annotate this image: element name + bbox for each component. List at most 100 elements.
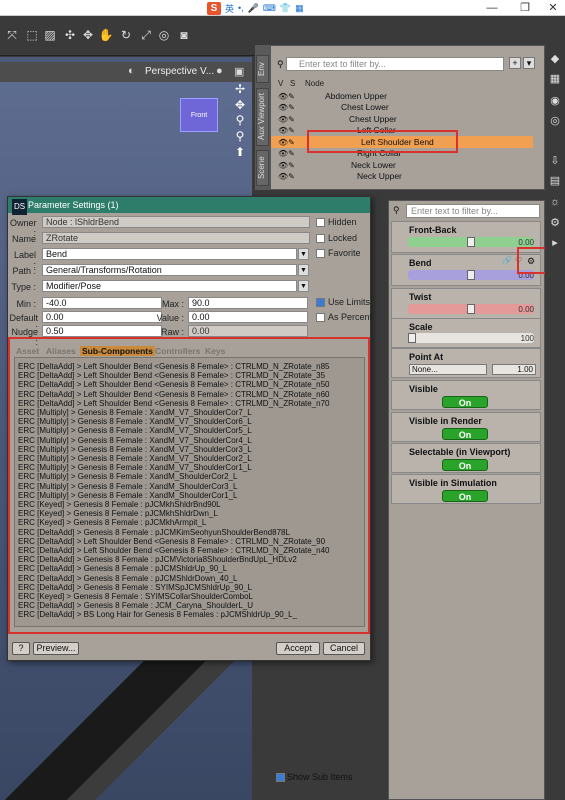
surfaces-icon[interactable]: ◉ (548, 94, 562, 108)
max-field[interactable]: 90.0 (188, 297, 308, 309)
restore-button[interactable]: ❐ (515, 1, 535, 15)
param-scale[interactable]: Scale 100 (391, 318, 541, 348)
smart-content-icon[interactable]: ▦ (548, 72, 562, 86)
orbit-icon[interactable]: ✢ (233, 82, 247, 96)
favorite-checkbox[interactable] (316, 249, 325, 258)
camera-tool-icon[interactable]: ◎ (156, 28, 172, 42)
visible-in-simulation-toggle[interactable]: On (442, 490, 488, 502)
dialog-titlebar[interactable]: DS Parameter Settings (1) (8, 197, 370, 215)
param-slider[interactable] (408, 333, 534, 343)
node-weight-brush-icon[interactable]: ⬚ (24, 28, 40, 42)
param-slider[interactable] (408, 237, 534, 247)
camera-select[interactable]: Perspective V... (145, 66, 214, 77)
scene-row[interactable]: 👁✎ Neck Upper (271, 170, 533, 182)
as-percent-checkbox[interactable] (316, 313, 325, 322)
viewport-header: ◐ Perspective V... ● ▣ (0, 62, 252, 82)
apps-icon[interactable]: ▦ (295, 3, 304, 14)
surface-selection-icon[interactable]: ▨ (42, 28, 58, 42)
preview-button[interactable]: Preview... (33, 642, 79, 655)
microphone-icon[interactable]: 🎤 (248, 3, 259, 14)
param-value[interactable]: 0.00 (518, 305, 534, 314)
selectable-toggle[interactable]: On (442, 459, 488, 471)
visible-in-render-toggle[interactable]: On (442, 428, 488, 440)
rotate-tool-icon[interactable]: ↻ (118, 28, 134, 42)
show-sub-items-checkbox[interactable] (276, 773, 285, 782)
tab-aux-viewport[interactable]: Aux Viewport (256, 88, 269, 146)
scene-menu-button[interactable]: ▾ (523, 57, 535, 69)
ime-toolbar[interactable]: S 英 •, 🎤 ⌨ 👕 ▦ (207, 1, 304, 15)
close-button[interactable]: ✕ (543, 1, 563, 15)
min-field[interactable]: -40.0 (42, 297, 162, 309)
view-cube[interactable]: Front (180, 98, 218, 132)
visible-toggle[interactable]: On (442, 396, 488, 408)
locked-checkbox[interactable] (316, 234, 325, 243)
posing-icon[interactable]: ⇩ (548, 154, 562, 168)
scene-filter-input[interactable]: Enter text to filter by... (286, 57, 504, 71)
hidden-label: Hidden (328, 217, 357, 227)
slider-knob[interactable] (467, 237, 475, 247)
viewport-options-icon[interactable]: ◐ (128, 65, 135, 77)
render-icon[interactable]: ◙ (176, 28, 192, 42)
param-filter-input[interactable]: Enter text to filter by... (406, 204, 540, 218)
draw-style-icon[interactable]: ● (216, 65, 223, 77)
path-field[interactable]: General/Transforms/Rotation (42, 264, 297, 276)
pan-icon[interactable]: ✥ (233, 98, 247, 112)
scale-tool-icon[interactable]: ⤢ (138, 28, 154, 42)
param-visible[interactable]: Visible On (391, 380, 541, 410)
slider-knob[interactable] (467, 304, 475, 314)
link-icon[interactable]: 🔗 (502, 256, 512, 265)
hand-tool-icon[interactable]: ✋ (98, 28, 114, 42)
slider-knob[interactable] (408, 333, 416, 343)
param-slider[interactable] (408, 304, 534, 314)
type-select[interactable]: Modifier/Pose (42, 280, 297, 292)
frame-icon[interactable]: ⚲ (233, 129, 247, 143)
param-slider[interactable] (408, 270, 534, 280)
param-value[interactable]: 100 (521, 334, 534, 343)
tool-settings-icon[interactable]: ⚙ (548, 216, 562, 230)
skin-icon[interactable]: 👕 (280, 3, 291, 14)
default-field[interactable]: 0.00 (42, 311, 162, 323)
reset-view-icon[interactable]: ⬆ (233, 145, 247, 159)
accept-button[interactable]: Accept (276, 642, 320, 655)
slider-knob[interactable] (467, 270, 475, 280)
shaping-icon[interactable]: ◎ (548, 114, 562, 128)
zoom-icon[interactable]: ⚲ (233, 113, 247, 127)
param-visible-in-simulation[interactable]: Visible in Simulation On (391, 474, 541, 504)
keyboard-icon[interactable]: ⌨ (263, 3, 276, 14)
use-limits-checkbox[interactable] (316, 298, 325, 307)
scene-add-button[interactable]: + (509, 57, 521, 69)
render-settings-icon[interactable]: ▤ (548, 174, 562, 188)
scene-row[interactable]: 👁✎ Chest Lower (271, 101, 533, 113)
hidden-checkbox[interactable] (316, 218, 325, 227)
cancel-button[interactable]: Cancel (323, 642, 365, 655)
chevron-down-icon[interactable]: ▼ (298, 248, 309, 260)
chevron-down-icon[interactable]: ▼ (298, 264, 309, 276)
chevron-down-icon[interactable]: ▼ (298, 280, 309, 292)
point-at-select[interactable]: None... (409, 364, 487, 375)
ime-logo-icon[interactable]: S (207, 1, 221, 15)
tab-env[interactable]: Env (256, 55, 269, 83)
label-field[interactable]: Bend (42, 248, 297, 260)
viewport-layout-icon[interactable]: ▣ (234, 65, 244, 78)
highlight-sub-components (8, 337, 370, 634)
ime-punct-icon[interactable]: •, (238, 3, 244, 13)
ime-language-label[interactable]: 英 (225, 2, 234, 15)
lights-icon[interactable]: ☼ (548, 196, 562, 210)
param-visible-in-render[interactable]: Visible in Render On (391, 412, 541, 442)
param-point-at[interactable]: Point At None... 1.00 (391, 348, 541, 378)
move-tool-icon[interactable]: ✥ (80, 28, 96, 42)
help-button[interactable]: ? (12, 642, 30, 655)
eye-icon[interactable]: 👁✎ (278, 171, 295, 183)
nudge-field[interactable]: 0.50 (42, 325, 162, 337)
content-library-icon[interactable]: ◆ (548, 52, 562, 66)
param-value[interactable]: 0.00 (518, 238, 534, 247)
joint-editor-icon[interactable]: ✣ (62, 28, 78, 42)
param-twist[interactable]: Twist 0.00 (391, 288, 541, 320)
timeline-icon[interactable]: ▸ (548, 236, 562, 250)
tab-scene[interactable]: Scene (256, 150, 269, 186)
minimize-button[interactable]: — (482, 1, 502, 15)
value-field[interactable]: 0.00 (188, 311, 308, 323)
point-at-weight[interactable]: 1.00 (492, 364, 536, 375)
universal-tool-icon[interactable]: ⤧ (4, 28, 20, 42)
param-selectable[interactable]: Selectable (in Viewport) On (391, 443, 541, 473)
